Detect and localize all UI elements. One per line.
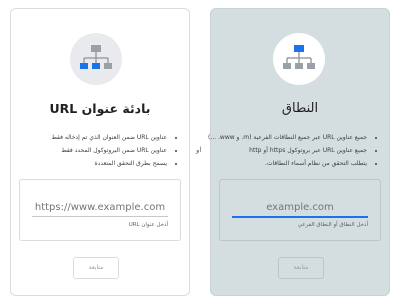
- domain-title: النطاق: [281, 101, 319, 116]
- domain-continue-button[interactable]: متابعة: [278, 257, 324, 279]
- url-prefix-input[interactable]: [32, 198, 168, 216]
- url-prefix-icon-circle: [70, 33, 122, 85]
- domain-helper-text: أدخل النطاق أو النطاق الفرعي: [297, 222, 368, 228]
- domain-bullet-list: جميع عناوين URL عبر جميع النطاقات الفرعي…: [208, 131, 379, 170]
- domain-icon-circle: [273, 33, 325, 85]
- network-tree-icon: [80, 45, 112, 69]
- domain-bullet: يتطلب التحقق من نظام أسماء النطاقات.: [219, 157, 367, 170]
- domain-input-underline: [232, 216, 368, 218]
- url-prefix-bullet: عناوين URL ضمن العنوان الذي تم إدخاله فق…: [19, 131, 167, 144]
- url-prefix-property-card[interactable]: بادئة عنوان URL عناوين URL ضمن العنوان ا…: [10, 8, 190, 296]
- url-prefix-bullet-list: عناوين URL ضمن العنوان الذي تم إدخاله فق…: [19, 131, 179, 170]
- url-prefix-input-underline: [32, 216, 168, 217]
- url-prefix-continue-button[interactable]: متابعة: [73, 257, 119, 279]
- domain-input[interactable]: [232, 198, 368, 216]
- url-prefix-bullet: عناوين URL ضمن البروتوكول المحدد فقط: [19, 144, 167, 157]
- network-tree-icon: [283, 45, 315, 69]
- domain-bullet: جميع عناوين URL عبر جميع النطاقات الفرعي…: [208, 131, 367, 144]
- domain-input-container: أدخل النطاق أو النطاق الفرعي: [219, 179, 381, 241]
- url-prefix-bullet: يسمح بطرق التحقق المتعددة: [19, 157, 168, 170]
- domain-bullet: جميع عناوين URL عبر بروتوكول https أو ht…: [219, 144, 367, 157]
- url-prefix-input-container: أدخل عنوان URL: [19, 179, 181, 241]
- url-prefix-helper-text: أدخل عنوان URL: [128, 222, 168, 228]
- or-separator: او: [196, 146, 202, 154]
- domain-property-card[interactable]: النطاق جميع عناوين URL عبر جميع النطاقات…: [208, 8, 390, 296]
- url-prefix-title: بادئة عنوان URL: [49, 101, 151, 116]
